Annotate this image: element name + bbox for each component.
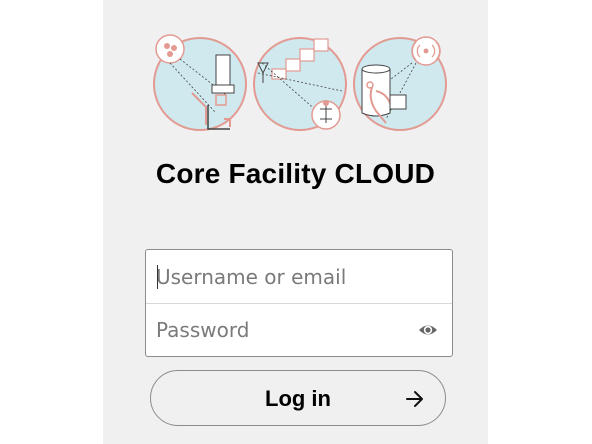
- password-input[interactable]: [146, 304, 452, 356]
- logo-graphic: [153, 34, 447, 131]
- password-field-wrapper: [146, 303, 452, 356]
- rodent-cage-circle-icon: [353, 36, 447, 131]
- microscope-circle-icon: [153, 34, 247, 131]
- login-form: Log in: [145, 249, 453, 426]
- login-button-label: Log in: [265, 386, 331, 411]
- credentials-group: [145, 249, 453, 357]
- login-button[interactable]: Log in: [150, 370, 446, 426]
- arrow-right-icon: [405, 389, 425, 409]
- username-input[interactable]: [146, 250, 452, 303]
- eye-icon[interactable]: [418, 322, 438, 338]
- text-caret: [157, 265, 158, 289]
- app-logo: [150, 33, 448, 133]
- sequencing-circle-icon: [253, 37, 347, 131]
- app-title: Core Facility CLOUD: [155, 158, 436, 189]
- username-field-wrapper: [146, 250, 452, 303]
- login-page: Core Facility CLOUD Log in: [0, 0, 592, 444]
